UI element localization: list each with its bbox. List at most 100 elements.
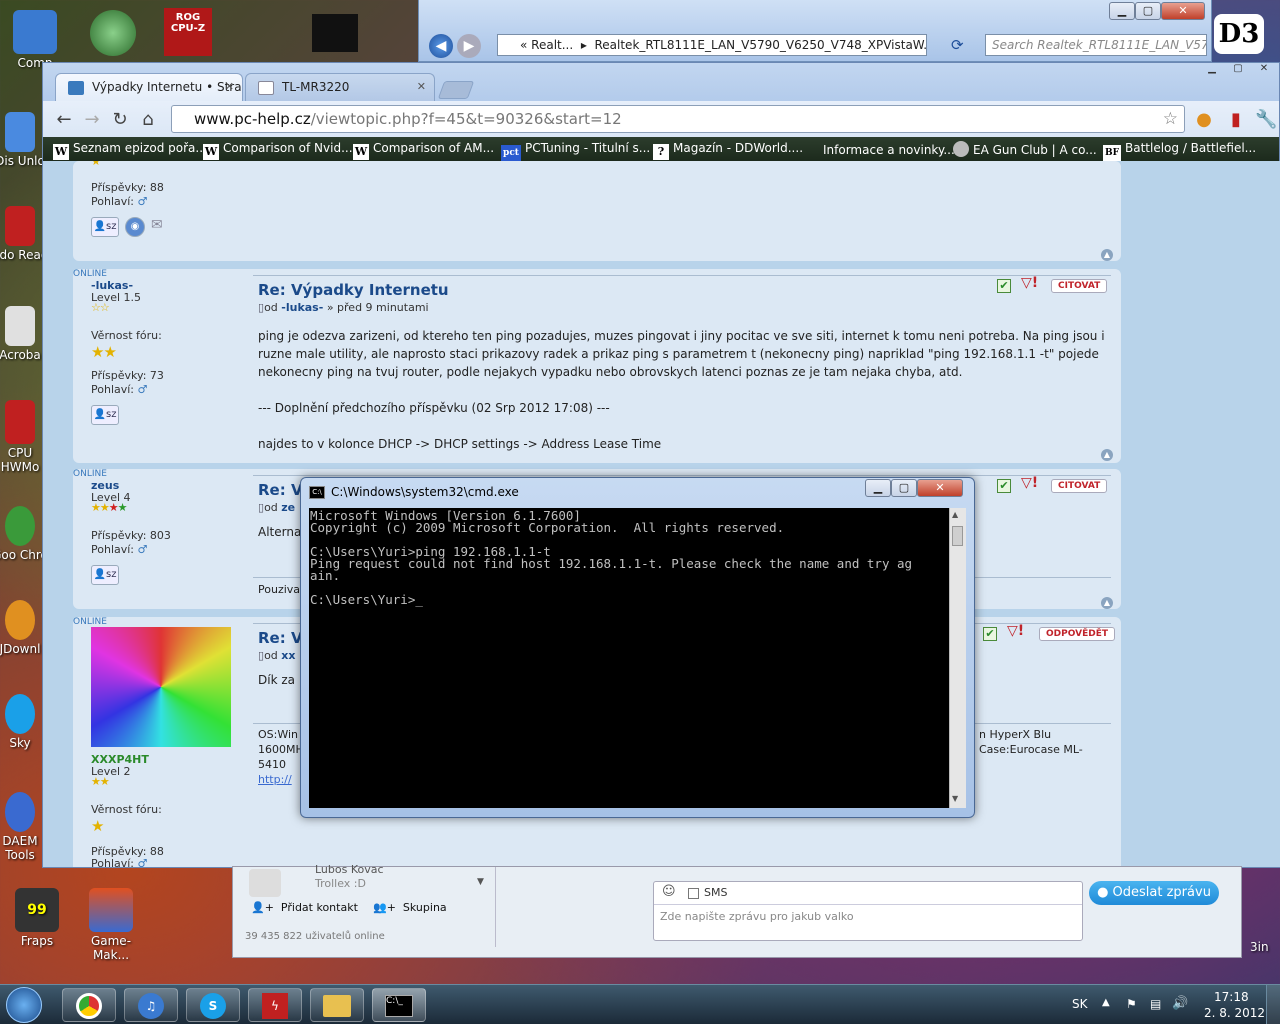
console-line: Copyright (c) 2009 Microsoft Corporation… — [310, 520, 785, 535]
report-icon[interactable]: ▽! — [1007, 623, 1024, 639]
reply-button[interactable]: ODPOVĚDĚT — [1039, 627, 1115, 641]
chrome-minimize-button[interactable]: ▁ — [1199, 63, 1225, 77]
desktop-icon-cpuz[interactable]: ROG CPU-Z — [164, 8, 212, 56]
explorer-minimize-button[interactable]: ▁ — [1109, 2, 1135, 20]
taskbar-explorer[interactable] — [310, 988, 364, 1022]
back-icon[interactable]: ← — [53, 109, 75, 130]
bookmark-item[interactable]: BF Battlelog / Battlefiel... — [1103, 141, 1256, 161]
back-arrow-icon[interactable]: ◀ — [429, 34, 453, 58]
scroll-top-icon[interactable]: ▲ — [1101, 449, 1113, 461]
message-input[interactable]: Zde napište zprávu pro jakub valko — [660, 910, 854, 923]
approve-icon[interactable]: ✔ — [997, 479, 1011, 493]
post-title[interactable]: Re: Výpadky Internetu — [258, 281, 449, 299]
taskbar-cmd[interactable]: C:\_ — [372, 988, 426, 1022]
emoticon-icon[interactable]: ☺ — [662, 884, 676, 899]
forward-arrow-icon[interactable]: ▶ — [457, 34, 481, 58]
scroll-up-icon[interactable]: ▲ — [952, 510, 958, 519]
bookmark-item[interactable]: ? Magazín - DDWorld.... — [653, 141, 803, 160]
extension-icon[interactable]: ● — [1193, 109, 1215, 130]
bookmark-item[interactable]: W Seznam epizod pořa... — [53, 141, 207, 160]
bookmark-item[interactable]: pct PCTuning - Titulní s... — [501, 141, 650, 161]
contact-avatar[interactable] — [249, 869, 281, 897]
breadcrumb-segment[interactable]: Realtek_RTL8111E_LAN_V5790_V6250_V748_XP… — [594, 38, 926, 52]
sms-checkbox[interactable] — [688, 888, 699, 899]
taskbar-skype[interactable]: S — [186, 988, 240, 1022]
signature-link[interactable]: http:// — [258, 772, 304, 787]
url-bar[interactable]: www.pc-help.cz/viewtopic.php?f=45&t=9032… — [171, 105, 1185, 133]
cmd-window[interactable]: C:\ C:\Windows\system32\cmd.exe ▁ ▢ ✕ Mi… — [300, 477, 975, 818]
user-profile-button[interactable]: 👤sz — [91, 405, 119, 425]
scroll-top-icon[interactable]: ▲ — [1101, 597, 1113, 609]
contact-name[interactable]: Lubos Kovac — [315, 863, 384, 876]
add-contact-icon: 👤+ — [251, 901, 274, 914]
wrench-menu-icon[interactable]: 🔧 — [1255, 109, 1277, 130]
cmd-maximize-button[interactable]: ▢ — [891, 479, 917, 497]
approve-icon[interactable]: ✔ — [983, 627, 997, 641]
cmd-close-button[interactable]: ✕ — [917, 479, 963, 497]
chrome-close-button[interactable]: ✕ — [1251, 63, 1277, 77]
desktop-icon-computer[interactable]: Comp — [0, 10, 70, 70]
explorer-close-button[interactable]: ✕ — [1161, 2, 1205, 20]
tray-expand-icon[interactable]: ▲ — [1102, 997, 1110, 1008]
tab-tl-mr3220[interactable]: TL-MR3220 ✕ — [245, 73, 435, 101]
cmd-icon: C:\ — [309, 486, 325, 499]
close-icon[interactable]: ✕ — [417, 80, 426, 93]
volume-icon[interactable]: 🔊 — [1172, 996, 1188, 1011]
start-button[interactable] — [6, 987, 42, 1023]
taskbar-itunes[interactable]: ♫ — [124, 988, 178, 1022]
scroll-thumb[interactable] — [952, 526, 963, 546]
scroll-down-icon[interactable]: ▼ — [952, 794, 958, 803]
clock-date[interactable]: 2. 8. 2012 — [1204, 1006, 1265, 1020]
forward-icon[interactable]: → — [81, 109, 103, 130]
bookmark-star-icon[interactable]: ☆ — [1163, 106, 1178, 132]
user-profile-button[interactable]: 👤sz — [91, 565, 119, 585]
console-scrollbar[interactable]: ▲ ▼ — [949, 508, 966, 808]
bookmark-item[interactable]: W Comparison of AM... — [353, 141, 494, 160]
desktop-icon-game-maker[interactable]: Game-Mak... — [76, 888, 146, 962]
scroll-top-icon[interactable]: ▲ — [1101, 249, 1113, 261]
chrome-maximize-button[interactable]: ▢ — [1225, 63, 1251, 77]
reload-icon[interactable]: ↻ — [109, 109, 131, 130]
approve-icon[interactable]: ✔ — [997, 279, 1011, 293]
extension-icon[interactable]: ▮ — [1225, 109, 1247, 130]
message-box[interactable]: ☺ SMS Zde napište zprávu pro jakub valko — [653, 881, 1083, 941]
explorer-maximize-button[interactable]: ▢ — [1135, 2, 1161, 20]
language-indicator[interactable]: SK — [1072, 997, 1088, 1011]
avatar[interactable] — [91, 627, 231, 747]
tab-vypadky-internetu[interactable]: Výpadky Internetu • Strana ✕ — [55, 73, 243, 101]
send-message-button[interactable]: ● Odeslat zprávu — [1089, 881, 1219, 905]
email-icon[interactable]: ✉ — [151, 217, 163, 233]
desktop-icon-black[interactable] — [312, 14, 358, 52]
home-icon[interactable]: ⌂ — [137, 109, 159, 130]
console-output[interactable]: Microsoft Windows [Version 6.1.7600] Copy… — [309, 508, 949, 808]
breadcrumb-segment[interactable]: Realt... — [531, 38, 573, 52]
quote-button[interactable]: CITOVAT — [1051, 479, 1108, 493]
explorer-window[interactable]: ▁ ▢ ✕ ◀ ▶ « Realt... ▸ Realtek_RTL8111E_… — [418, 0, 1212, 62]
group-button[interactable]: 👥+ Skupina — [373, 901, 447, 914]
explorer-address-bar[interactable]: « Realt... ▸ Realtek_RTL8111E_LAN_V5790_… — [497, 34, 927, 56]
website-globe-icon[interactable]: ◉ — [125, 217, 145, 237]
clock-time[interactable]: 17:18 — [1214, 990, 1249, 1004]
show-desktop-button[interactable] — [1266, 985, 1280, 1024]
network-icon[interactable]: ▤ — [1150, 997, 1161, 1011]
bookmark-item[interactable]: EA Gun Club | A co... — [953, 141, 1097, 157]
chevron-down-icon[interactable]: ▼ — [477, 877, 484, 887]
taskbar-flash[interactable]: ϟ — [248, 988, 302, 1022]
user-profile-button[interactable]: 👤sz — [91, 217, 119, 237]
action-center-icon[interactable]: ⚑ — [1126, 997, 1137, 1011]
taskbar-chrome[interactable] — [62, 988, 116, 1022]
explorer-search-input[interactable]: Search Realtek_RTL8111E_LAN_V57... — [985, 34, 1207, 56]
report-icon[interactable]: ▽! — [1021, 475, 1038, 491]
quote-button[interactable]: CITOVAT — [1051, 279, 1108, 293]
new-tab-button[interactable] — [437, 81, 475, 99]
bookmark-item[interactable]: Informace a novinky... — [803, 141, 955, 157]
report-icon[interactable]: ▽! — [1021, 275, 1038, 291]
url-path: /viewtopic.php?f=45&t=90326&start=12 — [310, 110, 622, 128]
add-contact-button[interactable]: 👤+ Přidat kontakt — [251, 901, 358, 914]
cmd-minimize-button[interactable]: ▁ — [865, 479, 891, 497]
desktop-icon-fraps[interactable]: 99 Fraps — [2, 888, 72, 948]
bookmark-item[interactable]: W Comparison of Nvid... — [203, 141, 353, 160]
close-icon[interactable]: ✕ — [225, 80, 234, 93]
desktop-icon-network[interactable] — [90, 10, 136, 56]
refresh-icon[interactable]: ⟳ — [951, 36, 964, 54]
